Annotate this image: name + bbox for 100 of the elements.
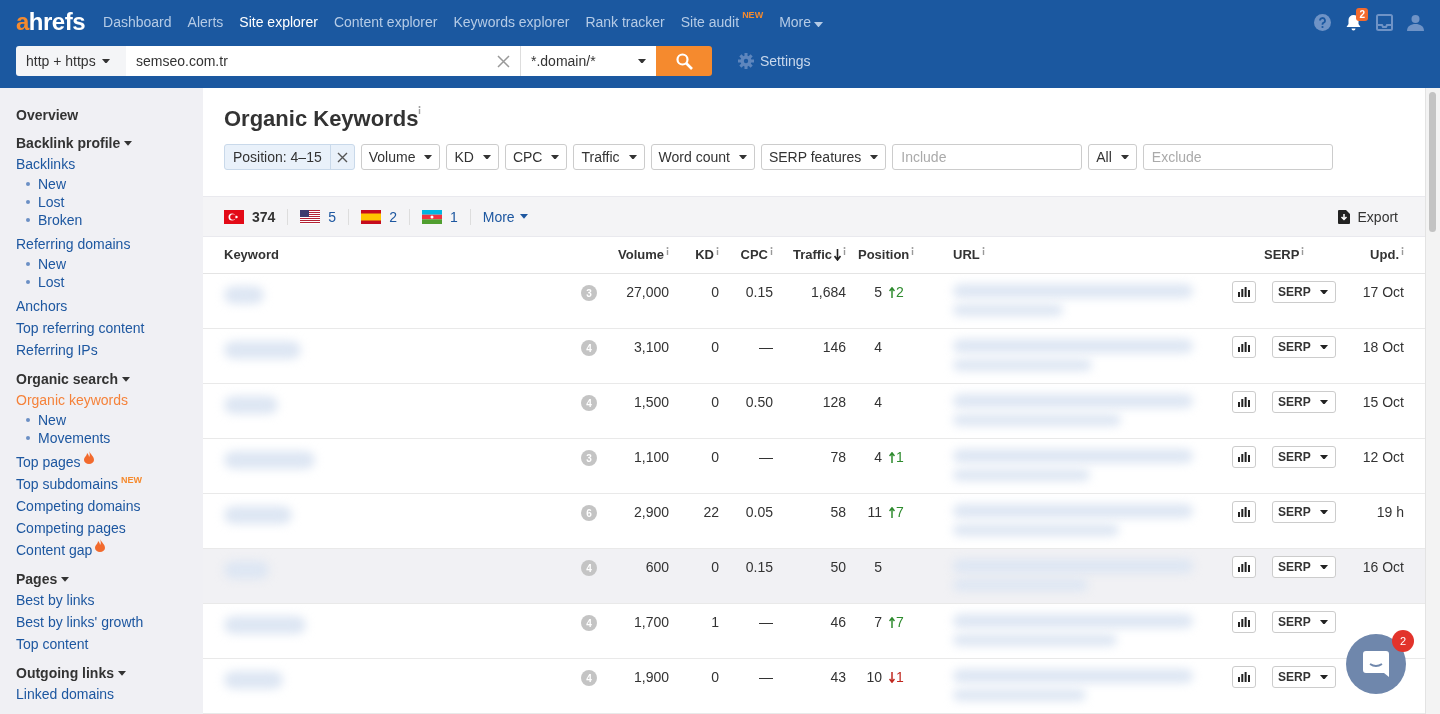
sidebar-item[interactable]: Content gap	[16, 539, 106, 561]
country-tab[interactable]: 2	[349, 208, 410, 225]
chart-button[interactable]	[1232, 391, 1256, 413]
active-filter-chip[interactable]: Position: 4–15	[224, 144, 355, 170]
position-cell-text: 4	[873, 448, 882, 467]
info-icon	[1301, 247, 1305, 256]
traffic-cell-text: 128	[821, 393, 846, 412]
sidebar-item[interactable]: Linked domains	[16, 683, 115, 705]
serp-dropdown[interactable]: SERP	[1272, 391, 1336, 413]
column-header[interactable]: Keyword	[224, 247, 574, 263]
column-header[interactable]: KD	[669, 247, 719, 263]
more-link[interactable]: More	[470, 208, 528, 225]
serp-dropdown[interactable]: SERP	[1272, 611, 1336, 633]
volume-cell-text: 1,700	[632, 613, 669, 632]
notification-count: 2	[1356, 7, 1368, 21]
clear-icon[interactable]	[497, 54, 510, 68]
column-header[interactable]: Upd.	[1336, 247, 1404, 263]
filter-dropdown[interactable]: Volume	[360, 144, 441, 170]
mode-dropdown[interactable]: *.domain/*	[521, 46, 656, 76]
sidebar-item[interactable]: Anchors	[16, 295, 68, 317]
filter-dropdown[interactable]: Traffic	[573, 144, 645, 170]
sidebar-subitem[interactable]: New	[16, 255, 66, 273]
bar-chart-icon	[1238, 342, 1250, 352]
bullet-icon	[26, 200, 30, 204]
info-icon	[911, 247, 915, 256]
filter-dropdown[interactable]: KD	[446, 144, 499, 170]
column-header[interactable]: Position	[846, 247, 934, 263]
sidebar-subitem[interactable]: New	[16, 175, 66, 193]
bullet-icon	[26, 182, 30, 186]
caret-icon	[482, 154, 491, 160]
scrollbar[interactable]	[1425, 88, 1440, 714]
sidebar-item[interactable]: Top content	[16, 633, 89, 655]
country-tab[interactable]: 374	[224, 208, 289, 225]
sidebar-subitem[interactable]: New	[16, 411, 66, 429]
filter-input[interactable]: Include	[892, 144, 1083, 170]
serp-dropdown[interactable]: SERP	[1272, 556, 1336, 578]
chart-button[interactable]	[1232, 281, 1256, 303]
caret-icon	[628, 154, 637, 160]
export-button[interactable]: Export	[1331, 207, 1404, 226]
serp-dropdown[interactable]: SERP	[1272, 501, 1336, 523]
position-cell-text: 7	[873, 613, 882, 632]
column-header[interactable]: SERP	[1256, 247, 1336, 263]
settings-button[interactable]: Settings	[732, 46, 817, 76]
sidebar-subitem[interactable]: Movements	[16, 429, 111, 447]
page-title: Organic Keywords	[224, 106, 419, 132]
sidebar-item[interactable]: Referring IPs	[16, 339, 98, 361]
nav-link[interactable]: More	[779, 14, 824, 30]
sidebar-item[interactable]: Backlinks	[16, 153, 76, 175]
nav-link[interactable]: Dashboard	[103, 14, 172, 30]
settings-icon	[738, 53, 754, 69]
chart-button[interactable]	[1232, 611, 1256, 633]
logo[interactable]: ahrefs	[16, 8, 86, 36]
serp-dropdown[interactable]: SERP	[1272, 336, 1336, 358]
sidebar-item[interactable]: Top pages	[16, 451, 94, 473]
sidebar-item[interactable]: Top subdomains NEW	[16, 473, 142, 495]
column-header[interactable]: URL	[934, 247, 1214, 263]
column-header[interactable]: Traffic	[773, 247, 846, 263]
serp-dropdown[interactable]: SERP	[1272, 666, 1336, 688]
updated-cell-text: 19 h	[1375, 503, 1404, 522]
bullet-icon	[26, 218, 30, 222]
column-header[interactable]: Volume	[604, 247, 669, 263]
country-tab[interactable]: 5	[288, 208, 350, 225]
chart-button[interactable]	[1232, 336, 1256, 358]
position-cell-text: 4	[873, 393, 882, 412]
protocol-dropdown[interactable]: http + https	[16, 46, 126, 76]
chart-button[interactable]	[1232, 501, 1256, 523]
sidebar-item[interactable]: Top referring content	[16, 317, 145, 339]
cpc-cell-text: —	[758, 448, 773, 467]
sidebar-item[interactable]: Best by links' growth	[16, 611, 144, 633]
blurred-keyword	[224, 671, 283, 689]
nav-link[interactable]: Rank tracker	[585, 14, 665, 30]
target-field[interactable]: semseo.com.tr	[126, 46, 521, 76]
sidebar-item[interactable]: Referring domains	[16, 233, 131, 255]
sidebar-subitem[interactable]: Broken	[16, 211, 83, 229]
filter-dropdown[interactable]: All	[1088, 144, 1137, 170]
serp-dropdown[interactable]: SERP	[1272, 446, 1336, 468]
serp-dropdown[interactable]: SERP	[1272, 281, 1336, 303]
filter-dropdown[interactable]: Word count	[650, 144, 755, 170]
chart-button[interactable]	[1232, 666, 1256, 688]
updated-cell-text: 18 Oct	[1361, 338, 1404, 357]
sidebar-heading: Pages	[16, 570, 203, 589]
kd-cell-text: 1	[710, 613, 719, 632]
filter-input[interactable]: Exclude	[1142, 144, 1333, 170]
nav-link[interactable]: Content explorer	[333, 14, 438, 30]
position-cell-text: 10	[865, 668, 882, 687]
sidebar-subitem[interactable]: Lost	[16, 193, 65, 211]
sidebar-subitem[interactable]: Lost	[16, 273, 65, 291]
sidebar-item[interactable]: Competing domains	[16, 495, 141, 517]
chart-button[interactable]	[1232, 446, 1256, 468]
country-tab[interactable]: 1	[409, 208, 471, 225]
nav-link[interactable]: Alerts	[187, 14, 224, 30]
column-header[interactable]: CPC	[719, 247, 773, 263]
filter-dropdown[interactable]: CPC	[504, 144, 568, 170]
sidebar-item[interactable]: Competing pages	[16, 517, 126, 539]
nav-link[interactable]: Site explorer	[239, 14, 318, 30]
nav-link[interactable]: Keywords explorer	[453, 14, 570, 30]
filter-dropdown[interactable]: SERP features	[760, 144, 887, 170]
chart-button[interactable]	[1232, 556, 1256, 578]
sidebar-item[interactable]: Best by links	[16, 589, 95, 611]
sidebar-heading: Organic search	[16, 370, 203, 389]
